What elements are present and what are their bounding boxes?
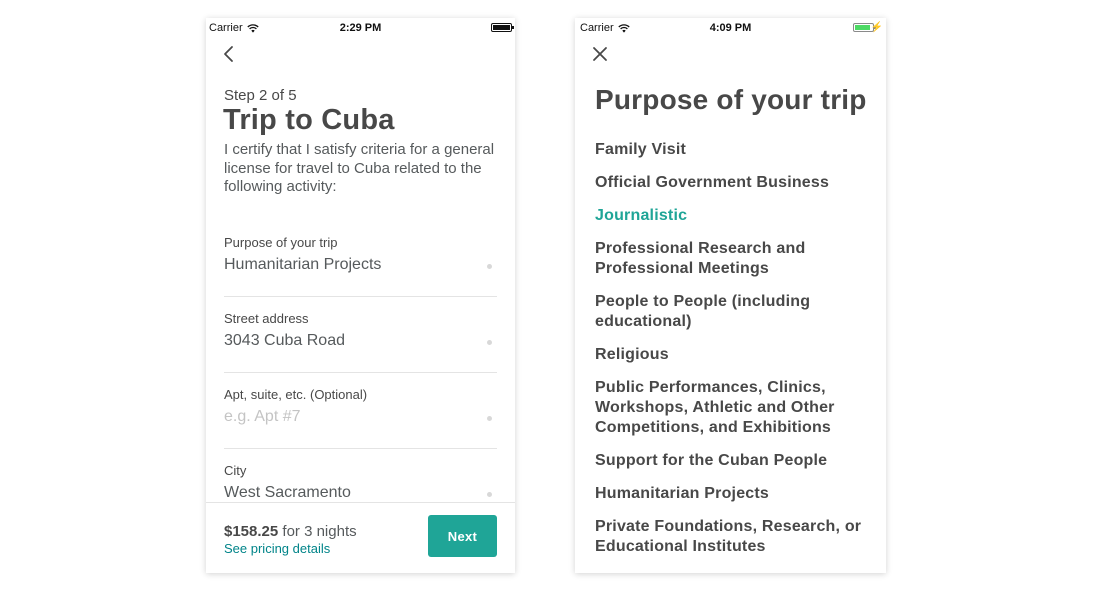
purpose-option[interactable]: Private Foundations, Research, or Educat… [595,517,865,557]
apt-label: Apt, suite, etc. (Optional) [224,387,368,402]
purpose-option[interactable]: Religious [595,345,865,365]
booking-footer: $158.25 for 3 nights See pricing details… [206,502,515,573]
field-indicator-icon [487,340,492,345]
purpose-option[interactable]: Professional Research and Professional M… [595,239,865,279]
trip-form-screen: Carrier 2:29 PM Step 2 of 5 Trip to Cuba… [206,18,515,573]
purpose-option[interactable]: Humanitarian Projects [595,484,865,504]
certification-text: I certify that I satisfy criteria for a … [224,141,495,195]
purpose-option[interactable]: Support for the Cuban People [595,451,865,471]
status-bar: Carrier 2:29 PM [206,18,515,38]
purpose-option[interactable]: People to People (including educational) [595,292,865,332]
page-title: Purpose of your trip [595,84,867,115]
street-address-label: Street address [224,311,309,326]
apt-input[interactable] [224,405,479,429]
purpose-options-list: Family Visit Official Government Business… [595,140,865,570]
next-button[interactable]: Next [428,515,497,557]
street-address-field[interactable]: Street address [224,311,497,373]
city-label: City [224,463,247,478]
apt-field[interactable]: Apt, suite, etc. (Optional) [224,387,497,449]
field-indicator-icon [487,416,492,421]
battery-level [493,25,510,30]
battery-icon [491,23,514,32]
status-bar: Carrier 4:09 PM ⚡ [575,18,886,38]
step-indicator: Step 2 of 5 [224,87,297,104]
purpose-option[interactable]: Public Performances, Clinics, Workshops,… [595,378,865,438]
page-title: Trip to Cuba [223,104,395,136]
price-summary: $158.25 for 3 nights [224,523,357,540]
status-time: 4:09 PM [709,22,752,34]
status-time: 2:29 PM [339,22,382,34]
purpose-picker-screen: Carrier 4:09 PM ⚡ Purpose of your trip F… [575,18,886,573]
field-indicator-icon [487,264,492,269]
purpose-option[interactable]: Journalistic [595,206,865,226]
purpose-select[interactable] [224,253,479,277]
purpose-label: Purpose of your trip [224,235,338,250]
pricing-details-link[interactable]: See pricing details [224,541,330,556]
purpose-option[interactable]: Family Visit [595,140,865,160]
charging-icon: ⚡ [870,22,883,33]
chevron-left-icon[interactable] [222,45,236,63]
battery-level [855,25,871,30]
purpose-field[interactable]: Purpose of your trip [224,235,497,297]
street-address-input[interactable] [224,329,479,353]
price-nights: for 3 nights [278,523,357,540]
close-icon[interactable] [592,46,608,62]
purpose-option[interactable]: Official Government Business [595,173,865,193]
price-amount: $158.25 [224,523,279,540]
field-indicator-icon [487,492,492,497]
